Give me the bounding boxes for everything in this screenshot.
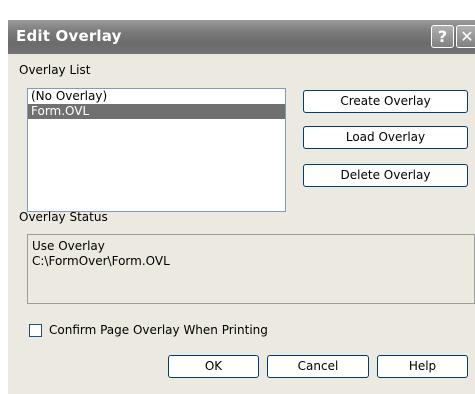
help-icon[interactable]: ? (431, 25, 454, 48)
overlay-status-label: Overlay Status (19, 210, 108, 224)
load-overlay-button[interactable]: Load Overlay (303, 126, 468, 149)
ok-button[interactable]: OK (168, 355, 259, 378)
edit-overlay-dialog: Edit Overlay ? ✕ Overlay List (No Overla… (8, 20, 475, 394)
confirm-overlay-label[interactable]: Confirm Page Overlay When Printing (49, 323, 268, 337)
status-line-path: C:\FormOver\Form.OVL (32, 254, 170, 268)
list-item-no-overlay[interactable]: (No Overlay) (28, 89, 285, 104)
title-bar[interactable]: Edit Overlay ? ✕ (8, 20, 475, 54)
status-line-use-overlay: Use Overlay (32, 239, 105, 253)
close-icon[interactable]: ✕ (456, 25, 475, 48)
overlay-list-label: Overlay List (19, 63, 91, 77)
dialog-title: Edit Overlay (16, 27, 122, 45)
overlay-listbox[interactable]: (No Overlay) Form.OVL (27, 88, 286, 212)
help-button[interactable]: Help (377, 355, 468, 378)
cancel-button[interactable]: Cancel (267, 355, 369, 378)
delete-overlay-button[interactable]: Delete Overlay (303, 164, 468, 187)
confirm-overlay-checkbox[interactable] (29, 324, 42, 337)
list-item-form-ovl[interactable]: Form.OVL (28, 104, 285, 119)
create-overlay-button[interactable]: Create Overlay (303, 90, 468, 113)
overlay-status-box: Use Overlay C:\FormOver\Form.OVL (27, 234, 475, 304)
